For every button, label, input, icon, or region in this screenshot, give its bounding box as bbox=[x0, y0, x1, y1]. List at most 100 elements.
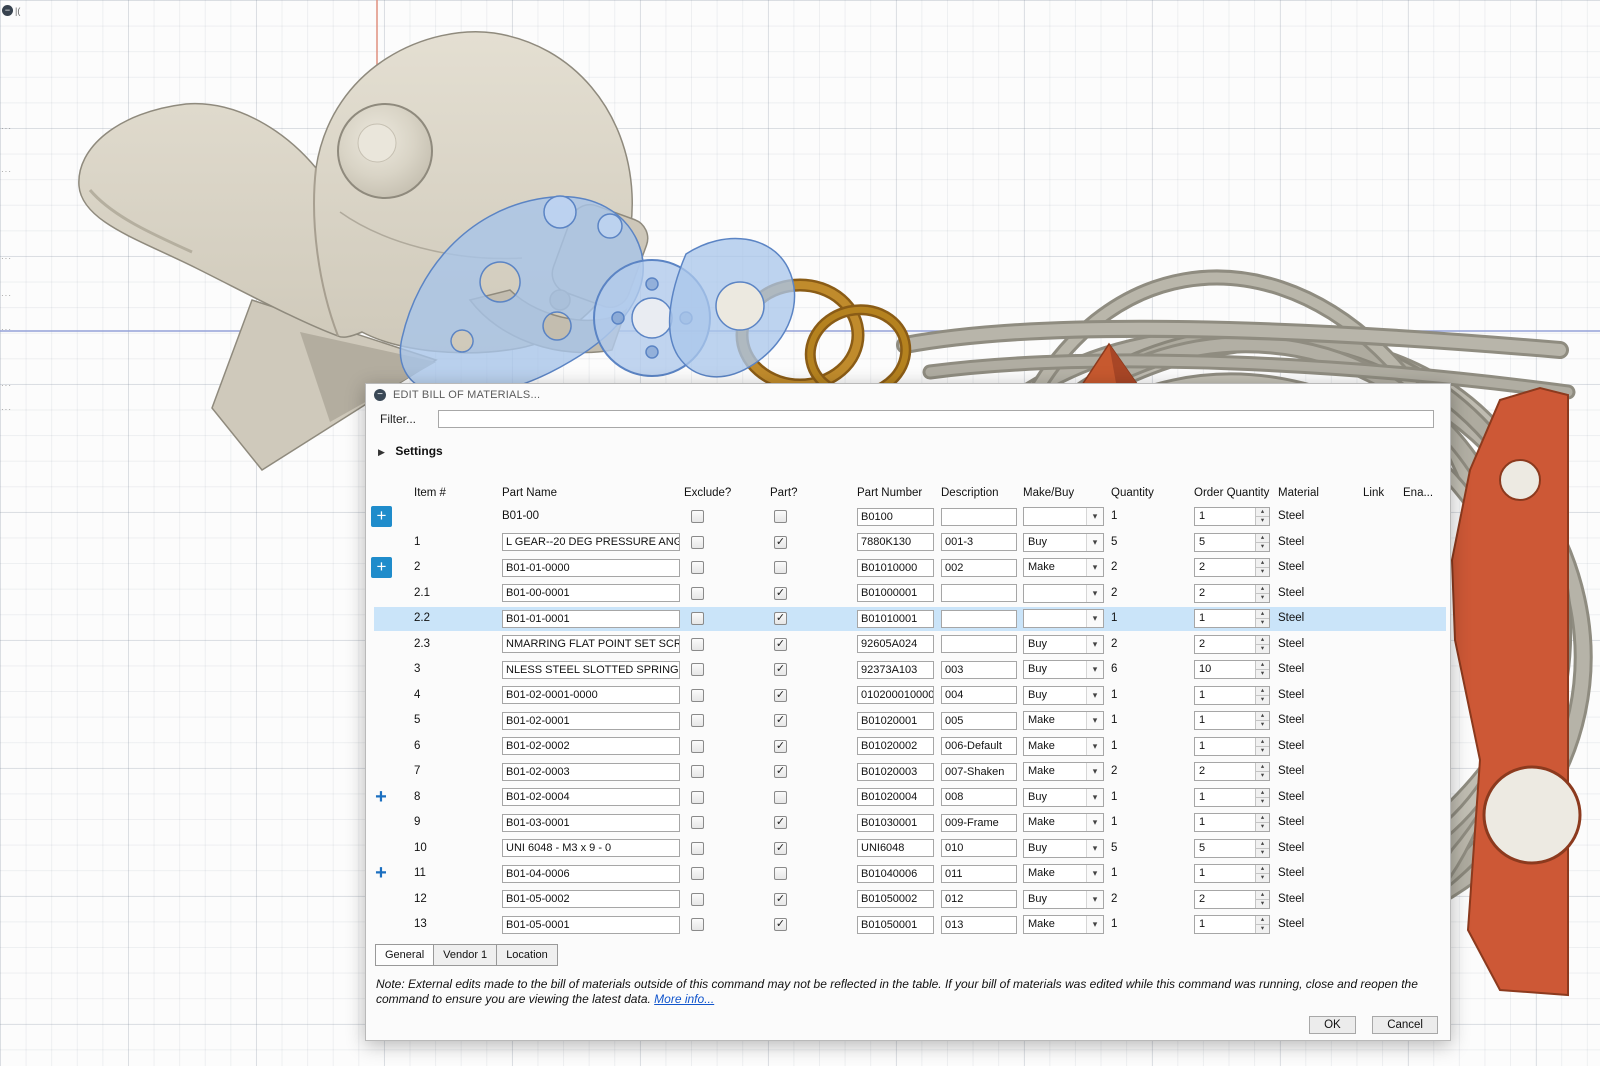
order-quantity-stepper[interactable]: 1▴▾ bbox=[1194, 686, 1270, 705]
part-number-input[interactable]: UNI6048 bbox=[857, 839, 934, 857]
part-checkbox[interactable]: ✓ bbox=[774, 893, 787, 906]
exclude-checkbox[interactable] bbox=[691, 765, 704, 778]
order-quantity-stepper[interactable]: 1▴▾ bbox=[1194, 864, 1270, 883]
stepper-down-icon[interactable]: ▾ bbox=[1256, 645, 1269, 653]
exclude-checkbox[interactable] bbox=[691, 612, 704, 625]
part-number-input[interactable]: B0100 bbox=[857, 508, 934, 526]
description-input[interactable]: 005 bbox=[941, 712, 1017, 730]
make-buy-dropdown[interactable]: Make▾ bbox=[1023, 762, 1104, 781]
part-checkbox[interactable]: ✓ bbox=[774, 638, 787, 651]
exclude-checkbox[interactable] bbox=[691, 561, 704, 574]
expand-row-icon[interactable]: + bbox=[372, 861, 390, 886]
stepper-arrows[interactable]: ▴▾ bbox=[1255, 687, 1269, 704]
part-name-input[interactable]: B01-05-0001 bbox=[502, 916, 680, 934]
make-buy-dropdown[interactable]: Make▾ bbox=[1023, 915, 1104, 934]
table-row[interactable]: 10UNI 6048 - M3 x 9 - 0✓UNI6048010Buy▾55… bbox=[366, 836, 1450, 862]
make-buy-dropdown[interactable]: Buy▾ bbox=[1023, 890, 1104, 909]
make-buy-dropdown[interactable]: ▾ bbox=[1023, 584, 1104, 603]
table-row[interactable]: 2.1B01-00-0001✓B01000001▾22▴▾Steel bbox=[366, 581, 1450, 607]
part-number-input[interactable]: B01020003 bbox=[857, 763, 934, 781]
description-input[interactable]: 002 bbox=[941, 559, 1017, 577]
settings-toggle[interactable]: ▶ Settings bbox=[378, 442, 443, 458]
description-input[interactable] bbox=[941, 508, 1017, 526]
make-buy-dropdown[interactable]: Make▾ bbox=[1023, 737, 1104, 756]
part-checkbox[interactable]: ✓ bbox=[774, 918, 787, 931]
make-buy-dropdown[interactable]: Make▾ bbox=[1023, 813, 1104, 832]
make-buy-dropdown[interactable]: Buy▾ bbox=[1023, 788, 1104, 807]
part-name-input[interactable]: L GEAR--20 DEG PRESSURE ANGLE bbox=[502, 533, 680, 551]
stepper-down-icon[interactable]: ▾ bbox=[1256, 721, 1269, 729]
description-input[interactable] bbox=[941, 635, 1017, 653]
part-number-input[interactable]: 7880K130 bbox=[857, 533, 934, 551]
stepper-arrows[interactable]: ▴▾ bbox=[1255, 610, 1269, 627]
stepper-up-icon[interactable]: ▴ bbox=[1256, 814, 1269, 823]
stepper-down-icon[interactable]: ▾ bbox=[1256, 543, 1269, 551]
part-number-input[interactable]: B01010001 bbox=[857, 610, 934, 628]
part-name-input[interactable]: B01-02-0004 bbox=[502, 788, 680, 806]
description-input[interactable] bbox=[941, 610, 1017, 628]
exclude-checkbox[interactable] bbox=[691, 842, 704, 855]
stepper-up-icon[interactable]: ▴ bbox=[1256, 763, 1269, 772]
stepper-arrows[interactable]: ▴▾ bbox=[1255, 534, 1269, 551]
stepper-down-icon[interactable]: ▾ bbox=[1256, 772, 1269, 780]
exclude-checkbox[interactable] bbox=[691, 740, 704, 753]
make-buy-dropdown[interactable]: Make▾ bbox=[1023, 711, 1104, 730]
stepper-arrows[interactable]: ▴▾ bbox=[1255, 891, 1269, 908]
part-number-input[interactable]: B01020001 bbox=[857, 712, 934, 730]
make-buy-dropdown[interactable]: ▾ bbox=[1023, 609, 1104, 628]
table-row[interactable]: 3NLESS STEEL SLOTTED SPRING PIN✓92373A10… bbox=[366, 657, 1450, 683]
part-checkbox[interactable]: ✓ bbox=[774, 536, 787, 549]
stepper-up-icon[interactable]: ▴ bbox=[1256, 636, 1269, 645]
description-input[interactable]: 007-Shaken bbox=[941, 763, 1017, 781]
stepper-arrows[interactable]: ▴▾ bbox=[1255, 712, 1269, 729]
ok-button[interactable]: OK bbox=[1309, 1016, 1356, 1034]
cancel-button[interactable]: Cancel bbox=[1372, 1016, 1438, 1034]
exclude-checkbox[interactable] bbox=[691, 893, 704, 906]
stepper-up-icon[interactable]: ▴ bbox=[1256, 916, 1269, 925]
part-number-input[interactable]: B01040006 bbox=[857, 865, 934, 883]
part-name-input[interactable]: B01-03-0001 bbox=[502, 814, 680, 832]
stepper-down-icon[interactable]: ▾ bbox=[1256, 874, 1269, 882]
expand-row-button[interactable]: + bbox=[371, 557, 392, 578]
part-name-input[interactable]: NMARRING FLAT POINT SET SCREW bbox=[502, 635, 680, 653]
part-number-input[interactable]: B01020004 bbox=[857, 788, 934, 806]
description-input[interactable]: 008 bbox=[941, 788, 1017, 806]
order-quantity-stepper[interactable]: 10▴▾ bbox=[1194, 660, 1270, 679]
stepper-up-icon[interactable]: ▴ bbox=[1256, 508, 1269, 517]
stepper-arrows[interactable]: ▴▾ bbox=[1255, 636, 1269, 653]
order-quantity-stepper[interactable]: 1▴▾ bbox=[1194, 915, 1270, 934]
stepper-down-icon[interactable]: ▾ bbox=[1256, 594, 1269, 602]
part-name-input[interactable]: B01-01-0001 bbox=[502, 610, 680, 628]
make-buy-dropdown[interactable]: Buy▾ bbox=[1023, 686, 1104, 705]
part-name-input[interactable]: B01-02-0003 bbox=[502, 763, 680, 781]
stepper-up-icon[interactable]: ▴ bbox=[1256, 559, 1269, 568]
part-name-input[interactable]: B01-00-0001 bbox=[502, 584, 680, 602]
exclude-checkbox[interactable] bbox=[691, 867, 704, 880]
order-quantity-stepper[interactable]: 1▴▾ bbox=[1194, 609, 1270, 628]
stepper-down-icon[interactable]: ▾ bbox=[1256, 517, 1269, 525]
part-checkbox[interactable]: ✓ bbox=[774, 689, 787, 702]
table-row[interactable]: 12B01-05-0002✓B01050002012Buy▾22▴▾Steel bbox=[366, 887, 1450, 913]
stepper-down-icon[interactable]: ▾ bbox=[1256, 900, 1269, 908]
table-row[interactable]: 4B01-02-0001-0000✓010200010000004Buy▾11▴… bbox=[366, 683, 1450, 709]
more-info-link[interactable]: More info... bbox=[654, 992, 714, 1006]
order-quantity-stepper[interactable]: 2▴▾ bbox=[1194, 762, 1270, 781]
stepper-down-icon[interactable]: ▾ bbox=[1256, 619, 1269, 627]
table-row[interactable]: 7B01-02-0003✓B01020003007-ShakenMake▾22▴… bbox=[366, 759, 1450, 785]
description-input[interactable]: 011 bbox=[941, 865, 1017, 883]
window-shade-icon[interactable]: − bbox=[2, 5, 13, 16]
description-input[interactable]: 013 bbox=[941, 916, 1017, 934]
table-row[interactable]: 6B01-02-0002✓B01020002006-DefaultMake▾11… bbox=[366, 734, 1450, 760]
part-name-input[interactable]: B01-04-0006 bbox=[502, 865, 680, 883]
order-quantity-stepper[interactable]: 1▴▾ bbox=[1194, 737, 1270, 756]
part-number-input[interactable]: 92605A024 bbox=[857, 635, 934, 653]
part-number-input[interactable]: B01000001 bbox=[857, 584, 934, 602]
stepper-down-icon[interactable]: ▾ bbox=[1256, 798, 1269, 806]
stepper-up-icon[interactable]: ▴ bbox=[1256, 840, 1269, 849]
expand-row-icon[interactable]: + bbox=[372, 785, 390, 810]
part-checkbox[interactable]: ✓ bbox=[774, 612, 787, 625]
order-quantity-stepper[interactable]: 2▴▾ bbox=[1194, 635, 1270, 654]
stepper-up-icon[interactable]: ▴ bbox=[1256, 789, 1269, 798]
stepper-arrows[interactable]: ▴▾ bbox=[1255, 763, 1269, 780]
stepper-arrows[interactable]: ▴▾ bbox=[1255, 508, 1269, 525]
